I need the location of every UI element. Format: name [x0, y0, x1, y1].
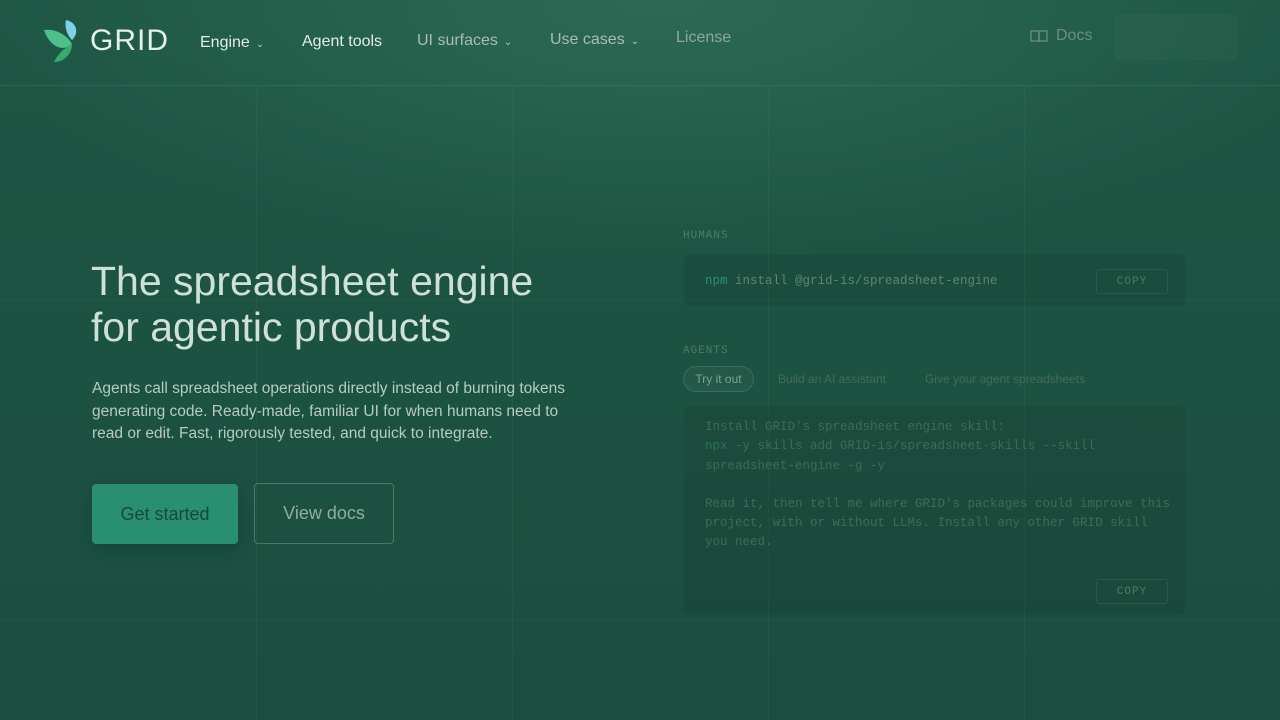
- header-cta-button[interactable]: [1114, 14, 1238, 60]
- agents-line1: Install GRID's spreadsheet engine skill:: [705, 420, 1006, 434]
- tab-build-ai-assistant[interactable]: Build an AI assistant: [766, 366, 898, 392]
- command-prefix: npm: [705, 274, 728, 288]
- nav-agent-tools[interactable]: Agent tools: [302, 33, 382, 51]
- nav-use-cases-label: Use cases: [550, 31, 625, 48]
- book-icon: [1030, 30, 1048, 43]
- docs-label: Docs: [1056, 27, 1093, 44]
- agents-label: AGENTS: [683, 345, 729, 357]
- agents-code-box: Install GRID's spreadsheet engine skill:…: [683, 406, 1186, 616]
- grid-logo-icon: [44, 20, 77, 62]
- logo[interactable]: GRID: [42, 18, 169, 64]
- humans-label: HUMANS: [683, 230, 729, 242]
- humans-command[interactable]: npm install @grid-is/spreadsheet-engine: [705, 274, 998, 288]
- tab-give-agent-spreadsheets[interactable]: Give your agent spreadsheets: [912, 366, 1098, 392]
- hero-title-line2: for agentic products: [91, 304, 452, 350]
- agents-copy-button[interactable]: COPY: [1096, 579, 1168, 604]
- agents-line3: spreadsheet-engine -g -y: [705, 459, 886, 473]
- nav-license[interactable]: License: [676, 29, 731, 47]
- view-docs-button[interactable]: View docs: [254, 483, 394, 544]
- hero-title-line1: The spreadsheet engine: [91, 258, 534, 304]
- hero-title: The spreadsheet engine for agentic produ…: [91, 258, 651, 350]
- nav-ui-surfaces-label: UI surfaces: [417, 32, 498, 49]
- agents-line2-prefix: npx: [705, 439, 728, 453]
- humans-copy-button[interactable]: COPY: [1096, 269, 1168, 294]
- nav-license-label: License: [676, 29, 732, 46]
- agents-paragraph: Read it, then tell me where GRID's packa…: [705, 497, 1171, 550]
- chevron-down-icon: ⌄: [255, 38, 265, 50]
- nav-ui-surfaces[interactable]: UI surfaces ⌄: [417, 32, 512, 50]
- tab-try-it-out[interactable]: Try it out: [683, 366, 754, 392]
- agents-line2: npx -y skills add GRID-is/spreadsheet-sk…: [705, 437, 1175, 456]
- humans-code-box: npm install @grid-is/spreadsheet-engine …: [683, 254, 1186, 306]
- nav-agent-tools-label: Agent tools: [302, 33, 383, 50]
- chevron-down-icon: ⌄: [630, 35, 640, 47]
- nav-engine-label: Engine: [200, 34, 250, 51]
- docs-link[interactable]: Docs: [1030, 27, 1092, 45]
- nav-engine[interactable]: Engine ⌄: [200, 34, 264, 52]
- chevron-down-icon: ⌄: [503, 36, 513, 48]
- get-started-button[interactable]: Get started: [92, 484, 238, 544]
- site-header: GRID Engine ⌄ Agent tools UI surfaces ⌄ …: [0, 0, 1280, 86]
- hero-subtitle: Agents call spreadsheet operations direc…: [92, 380, 566, 442]
- command-rest: install @grid-is/spreadsheet-engine: [727, 274, 998, 288]
- logo-text: GRID: [90, 24, 169, 57]
- nav-use-cases[interactable]: Use cases ⌄: [550, 31, 639, 49]
- agents-line2-rest: -y skills add GRID-is/spreadsheet-skills…: [727, 439, 1096, 453]
